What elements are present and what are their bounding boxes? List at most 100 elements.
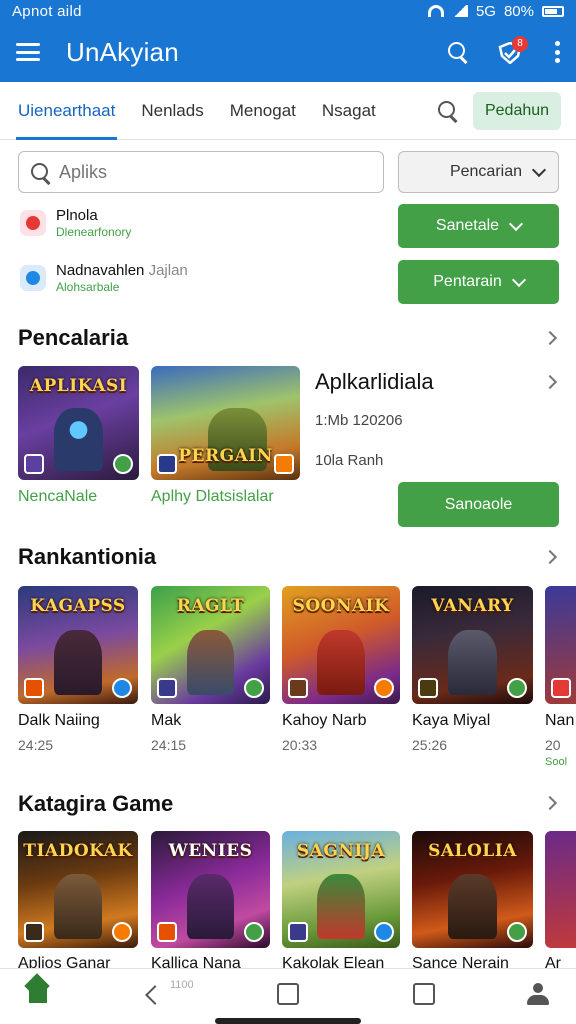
search-field[interactable] bbox=[18, 151, 384, 193]
app-name: Plnola bbox=[56, 207, 98, 224]
nav-back[interactable] bbox=[145, 983, 165, 1005]
play-badge-icon bbox=[374, 678, 394, 698]
ranking-thumb-1[interactable]: KAGAPSS bbox=[18, 586, 138, 704]
chevron-down-icon bbox=[511, 272, 526, 287]
card-title-art: WENIES bbox=[168, 841, 253, 861]
game-badge-icon bbox=[24, 922, 44, 942]
section-title-ranking: Rankantionia bbox=[18, 544, 157, 569]
chevron-right-icon[interactable] bbox=[542, 549, 558, 565]
battery-icon bbox=[542, 5, 564, 17]
nav-sub-text: 1100 bbox=[170, 979, 194, 991]
app-icon bbox=[20, 210, 46, 236]
game-meta: 20:33 bbox=[282, 737, 318, 753]
notification-badge: 8 bbox=[512, 36, 528, 52]
signal-icon bbox=[451, 5, 468, 17]
category-thumb-3[interactable]: SAGNIJA bbox=[282, 831, 400, 948]
game-badge-icon bbox=[551, 678, 571, 698]
app-icon bbox=[20, 265, 46, 291]
card-title-art: VANARY bbox=[431, 596, 514, 616]
app-name-extra: Jajlan bbox=[148, 262, 188, 279]
card-title-art: RAGLT bbox=[176, 596, 245, 616]
game-badge-icon bbox=[24, 678, 44, 698]
bottom-navigation: 1100 bbox=[0, 968, 576, 1024]
play-badge-icon bbox=[374, 922, 394, 942]
status-bar: Apnot aild 5G 80% bbox=[0, 0, 576, 22]
game-badge-icon bbox=[24, 454, 44, 474]
game-name: Kaya Miyal bbox=[412, 712, 491, 729]
search-input[interactable] bbox=[59, 161, 359, 183]
menu-icon[interactable] bbox=[16, 43, 40, 61]
featured-caption: Aplhy Dlatsislalar bbox=[151, 488, 274, 505]
tab-search-icon[interactable] bbox=[438, 101, 458, 121]
gesture-bar[interactable] bbox=[215, 1018, 361, 1024]
game-name: Kahoy Narb bbox=[282, 712, 367, 729]
game-meta: 24:15 bbox=[151, 737, 187, 753]
app-action-button[interactable]: Pentarain bbox=[398, 260, 559, 304]
play-badge-icon bbox=[112, 678, 132, 698]
nav-recents[interactable] bbox=[277, 983, 299, 1005]
category-thumb-2[interactable]: WENIES bbox=[151, 831, 270, 948]
square-icon bbox=[413, 983, 435, 1005]
category-thumb-1[interactable]: TIADOKAK bbox=[18, 831, 138, 948]
featured-detail-line: 1:Mb 120206 bbox=[315, 412, 403, 429]
square-icon bbox=[277, 983, 299, 1005]
card-title-art: SAGNIJA bbox=[296, 841, 386, 861]
dropdown-label: Pencarian bbox=[449, 163, 522, 180]
category-dropdown[interactable]: Pencarian bbox=[398, 151, 559, 193]
chevron-down-icon bbox=[531, 162, 547, 177]
play-badge-icon bbox=[274, 454, 294, 474]
play-badge-icon bbox=[507, 678, 527, 698]
tab-1[interactable]: Uienearthaat bbox=[15, 82, 118, 140]
back-icon bbox=[145, 985, 165, 1005]
featured-detail-title: Aplkarlidiala bbox=[315, 369, 434, 394]
tab-action-button[interactable]: Pedahun bbox=[473, 92, 561, 130]
button-label: Pentarain bbox=[433, 273, 502, 290]
ranking-thumb-2[interactable]: RAGLT bbox=[151, 586, 270, 704]
game-name: Mak bbox=[151, 712, 182, 729]
featured-card-1[interactable]: APLIKASI bbox=[18, 366, 139, 480]
nav-tabs[interactable] bbox=[413, 983, 435, 1005]
ranking-thumb-4[interactable]: VANARY bbox=[412, 586, 533, 704]
play-badge-icon bbox=[244, 678, 264, 698]
game-badge-icon bbox=[157, 922, 177, 942]
shield-icon[interactable]: 8 bbox=[498, 36, 528, 64]
list-item[interactable]: Plnola Dlenearfonory bbox=[20, 203, 380, 243]
featured-action-button[interactable]: Sanoaole bbox=[398, 482, 559, 527]
game-badge-icon bbox=[288, 922, 308, 942]
nav-home[interactable] bbox=[26, 983, 50, 1005]
tab-3[interactable]: Menogat bbox=[230, 82, 296, 140]
category-thumb-5[interactable] bbox=[545, 831, 576, 948]
featured-card-2[interactable]: PERGAIN bbox=[151, 366, 300, 480]
ranking-thumb-5[interactable] bbox=[545, 586, 576, 704]
play-badge-icon bbox=[244, 922, 264, 942]
list-item[interactable]: Nadnavahlen Jajlan Alohsarbale bbox=[20, 258, 380, 298]
chevron-right-icon[interactable] bbox=[542, 374, 558, 390]
more-options-icon[interactable] bbox=[554, 41, 560, 63]
game-meta: 24:25 bbox=[18, 737, 54, 753]
ranking-thumb-3[interactable]: SOONAIK bbox=[282, 586, 400, 704]
tab-4[interactable]: Nsagat bbox=[322, 82, 376, 140]
app-action-button[interactable]: Sanetale bbox=[398, 204, 559, 248]
status-network: 5G bbox=[475, 2, 496, 20]
game-meta: 20 bbox=[545, 737, 561, 753]
person-icon bbox=[527, 983, 549, 1007]
search-icon bbox=[31, 163, 49, 181]
chevron-right-icon[interactable] bbox=[542, 795, 558, 811]
app-subtitle: Dlenearfonory bbox=[56, 225, 132, 239]
tab-2[interactable]: Nenlads bbox=[141, 82, 203, 140]
app-subtitle: Alohsarbale bbox=[56, 280, 120, 294]
game-badge-icon bbox=[418, 678, 438, 698]
nav-profile[interactable] bbox=[527, 983, 549, 1007]
chevron-right-icon[interactable] bbox=[542, 330, 558, 346]
game-badge-icon bbox=[157, 678, 177, 698]
game-badge-icon bbox=[288, 678, 308, 698]
search-icon[interactable] bbox=[448, 42, 468, 62]
game-name: Dalk Naiing bbox=[18, 712, 100, 729]
featured-caption: NencaNale bbox=[18, 488, 98, 505]
app-title: UnAkyian bbox=[66, 36, 179, 67]
section-title-category: Katagira Game bbox=[18, 791, 174, 816]
play-badge-icon bbox=[113, 454, 133, 474]
game-extra: Sool bbox=[545, 756, 568, 768]
category-thumb-4[interactable]: SALOLIA bbox=[412, 831, 533, 948]
button-label: Sanetale bbox=[435, 217, 500, 234]
